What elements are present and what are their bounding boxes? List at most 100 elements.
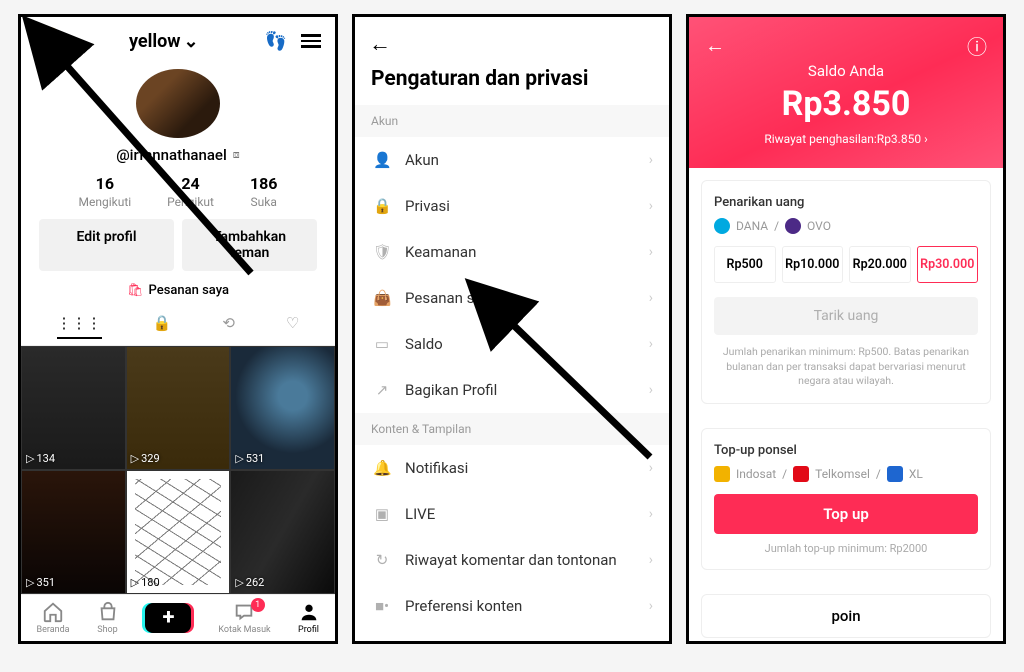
withdraw-providers: DANA / OVO [714,218,978,234]
settings-item-label: Riwayat komentar dan tontonan [405,551,635,569]
profile-tabs: ⋮⋮⋮ 🔒 ⟲ ♡ [21,308,335,346]
topup-fineprint: Jumlah top-up minimum: Rp2000 [714,542,978,555]
account-switcher[interactable]: yellow ⌄ [129,31,199,52]
bottom-nav: Beranda Shop + 1Kotak Masuk Profil [21,594,335,641]
settings-item-label: Bagikan Profil [405,381,635,399]
withdraw-amount-option[interactable]: Rp10.000 [782,246,844,283]
balance-header: ← ⓘ Saldo Anda Rp3.850 Riwayat penghasil… [689,17,1003,168]
chevron-right-icon: › [649,336,653,352]
withdraw-amount-option[interactable]: Rp20.000 [849,246,911,283]
poin-link[interactable]: poin [701,594,991,638]
edit-profile-button[interactable]: Edit profil [39,219,174,271]
withdraw-options: Rp500Rp10.000Rp20.000Rp30.000 [714,246,978,283]
topup-button[interactable]: Top up [714,494,978,534]
settings-item-label: Iklan [405,643,635,644]
stat-likes[interactable]: 186Suka [250,174,278,209]
settings-item-saldo[interactable]: ▭ Saldo › [355,321,669,367]
carrier-icon [793,466,809,482]
tab-reposts[interactable]: ⟲ [222,314,235,339]
withdraw-amount-option[interactable]: Rp30.000 [917,246,979,283]
settings-item-riwayat-komentar-dan-tontonan[interactable]: ↻ Riwayat komentar dan tontonan › [355,537,669,583]
video-thumb[interactable]: ▷134 [21,346,126,470]
settings-item-keamanan[interactable]: 🛡 Keamanan › [355,229,669,275]
chevron-right-icon: › [649,382,653,398]
nav-home[interactable]: Beranda [36,601,69,635]
settings-item-bagikan-profil[interactable]: ↗ Bagikan Profil › [355,367,669,413]
ads-icon: ▭ [373,643,391,644]
withdraw-title: Penarikan uang [714,195,978,210]
nav-create[interactable]: + [145,603,191,633]
settings-item-preferensi-konten[interactable]: ■• Preferensi konten › [355,583,669,629]
play-icon: ▷ [26,576,34,589]
settings-item-privasi[interactable]: 🔒 Privasi › [355,183,669,229]
withdraw-fineprint: Jumlah penarikan minimum: Rp500. Batas p… [714,345,978,389]
video-thumb[interactable]: ▷329 [126,346,231,470]
section-header-account: Akun [355,105,669,137]
footsteps-icon[interactable]: 👣 [265,31,287,52]
video-thumb[interactable]: ▷351 [21,470,126,594]
person-icon: 👤 [373,151,391,169]
carrier-icon [714,466,730,482]
video-thumb[interactable]: ▷531 [230,346,335,470]
settings-item-pesanan-saya[interactable]: 👜 Pesanan saya › [355,275,669,321]
video-thumb[interactable]: ▷180 [126,470,231,594]
coin-balance-icon[interactable]: Rp [35,27,63,55]
carrier-list: Indosat / Telkomsel / XL [714,466,978,482]
chevron-down-icon: ⌄ [184,31,199,52]
balance-label: Saldo Anda [705,62,987,80]
withdraw-card: Penarikan uang DANA / OVO Rp500Rp10.000R… [701,180,991,404]
tab-private[interactable]: 🔒 [153,314,172,339]
tab-liked[interactable]: ♡ [286,314,299,339]
settings-item-label: Saldo [405,335,635,353]
menu-icon[interactable] [301,34,321,48]
video-thumb[interactable]: ▷262 [230,470,335,594]
nav-shop[interactable]: Shop [97,601,119,635]
chevron-right-icon: › [649,506,653,522]
nav-inbox[interactable]: 1Kotak Masuk [218,601,270,635]
stats-row: 16Mengikuti 24Pengikut 186Suka [21,174,335,209]
withdraw-button[interactable]: Tarik uang [714,297,978,335]
carrier-icon [887,466,903,482]
username: @irfannathanael [116,146,227,164]
tab-videos[interactable]: ⋮⋮⋮ [57,314,102,339]
settings-item-label: Preferensi konten [405,597,635,615]
my-orders-link[interactable]: 🛍 Pesanan saya [21,283,335,298]
back-icon[interactable]: ← [369,31,391,57]
chevron-right-icon: › [649,244,653,260]
settings-item-label: Pesanan saya [405,289,635,307]
wallet-icon: ▭ [373,335,391,353]
play-icon: ▷ [26,452,34,465]
help-icon[interactable]: ⓘ [967,31,987,60]
carrier-name: Telkomsel [815,467,870,481]
topup-card: Top-up ponsel Indosat / Telkomsel / XL T… [701,428,991,570]
carrier-name: Indosat [736,467,776,481]
bag-icon: 👜 [373,289,391,307]
withdraw-amount-option[interactable]: Rp500 [714,246,776,283]
add-friend-button[interactable]: Tambahkan teman [182,219,317,271]
history-icon: ↻ [373,551,391,569]
settings-item-live[interactable]: ▣ LIVE › [355,491,669,537]
settings-item-notifikasi[interactable]: 🔔 Notifikasi › [355,445,669,491]
chevron-right-icon: › [649,552,653,568]
bell-icon: 🔔 [373,459,391,477]
share-icon: ↗ [373,381,391,399]
settings-item-iklan[interactable]: ▭ Iklan › [355,629,669,644]
earnings-history-link[interactable]: Riwayat penghasilan:Rp3.850 › [705,132,987,146]
qr-icon[interactable]: ⧈ [233,148,240,162]
settings-item-label: Notifikasi [405,459,635,477]
settings-item-akun[interactable]: 👤 Akun › [355,137,669,183]
bag-icon: 🛍 [127,283,144,298]
settings-item-label: Akun [405,151,635,169]
live-icon: ▣ [373,505,391,523]
stat-following[interactable]: 16Mengikuti [79,174,132,209]
provider-name: OVO [807,219,831,233]
stat-followers[interactable]: 24Pengikut [167,174,214,209]
chevron-right-icon: › [649,598,653,614]
nav-profile[interactable]: Profil [298,601,320,635]
carrier-name: XL [909,467,923,481]
provider-icon [714,218,730,234]
avatar[interactable] [136,69,220,138]
prefs-icon: ■• [373,597,391,615]
back-icon[interactable]: ← [705,33,725,58]
settings-item-label: Keamanan [405,243,635,261]
